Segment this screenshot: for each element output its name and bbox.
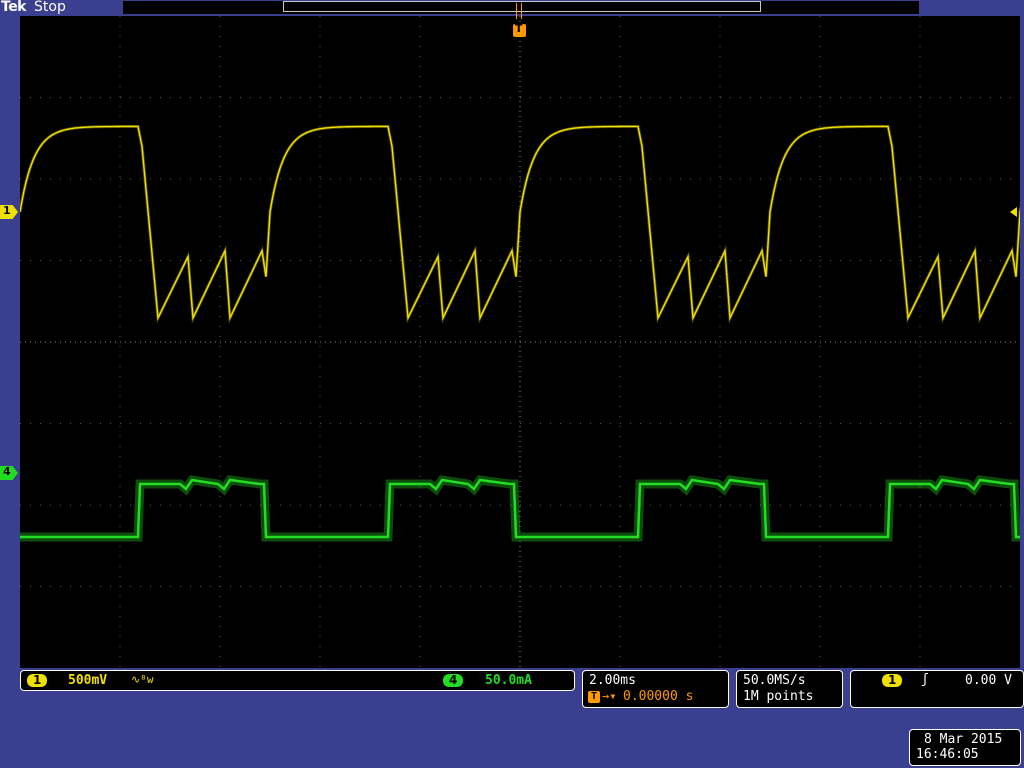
horizontal-delay[interactable]: 0.00000 s bbox=[623, 689, 693, 704]
ch1-marker-label: 1 bbox=[3, 204, 11, 217]
trigger-point-arrow-icon bbox=[516, 3, 522, 19]
date-label: 8 Mar 2015 bbox=[924, 732, 1003, 747]
ch4-ground-marker[interactable]: 4 bbox=[0, 466, 18, 480]
trigger-level-marker[interactable] bbox=[1010, 207, 1017, 217]
timebase-readout[interactable]: 2.00ms T →▾ 0.00000 s bbox=[582, 670, 729, 708]
acquisition-state: Stop bbox=[34, 0, 66, 15]
record-view-window[interactable] bbox=[283, 1, 761, 12]
ch1-badge[interactable]: 1 bbox=[27, 674, 48, 687]
waveform-plot[interactable] bbox=[20, 16, 1020, 668]
waveform-display[interactable] bbox=[20, 16, 1020, 668]
ch1-scale[interactable]: 500mV bbox=[68, 673, 107, 688]
rising-edge-icon: ʃ bbox=[921, 672, 929, 687]
trigger-level[interactable]: 0.00 V bbox=[965, 673, 1012, 688]
acquisition-readout[interactable]: 50.0MS/s 1M points bbox=[736, 670, 843, 708]
horizontal-scale[interactable]: 2.00ms bbox=[589, 673, 636, 688]
record-length[interactable]: 1M points bbox=[743, 689, 813, 704]
channel-readout[interactable]: 1 500mV ∿ᴮw 4 50.0mA bbox=[20, 670, 575, 691]
trigger-delay-icon: T bbox=[588, 691, 600, 703]
trigger-readout[interactable]: 1 ʃ 0.00 V bbox=[850, 670, 1024, 708]
top-status-bar: Tek Stop bbox=[0, 0, 1024, 16]
ch4-marker-label: 4 bbox=[3, 465, 11, 478]
delay-arrow-icon: →▾ bbox=[602, 689, 617, 703]
ch4-waveform-glow bbox=[20, 475, 1020, 542]
ch1-waveform bbox=[20, 125, 1020, 321]
ch1-ground-marker[interactable]: 1 bbox=[0, 205, 18, 219]
sample-rate[interactable]: 50.0MS/s bbox=[743, 673, 806, 688]
datetime-readout: 8 Mar 2015 16:46:05 bbox=[909, 729, 1021, 766]
time-label: 16:46:05 bbox=[916, 747, 979, 762]
bandwidth-limit-icon: ∿ᴮw bbox=[131, 673, 154, 686]
trigger-position-label: T bbox=[515, 22, 523, 35]
ch4-badge[interactable]: 4 bbox=[443, 674, 464, 687]
ch4-scale[interactable]: 50.0mA bbox=[485, 673, 532, 688]
trigger-position-marker[interactable]: T bbox=[513, 22, 526, 37]
trigger-source-badge[interactable]: 1 bbox=[882, 674, 903, 687]
brand-label: Tek bbox=[1, 0, 27, 15]
